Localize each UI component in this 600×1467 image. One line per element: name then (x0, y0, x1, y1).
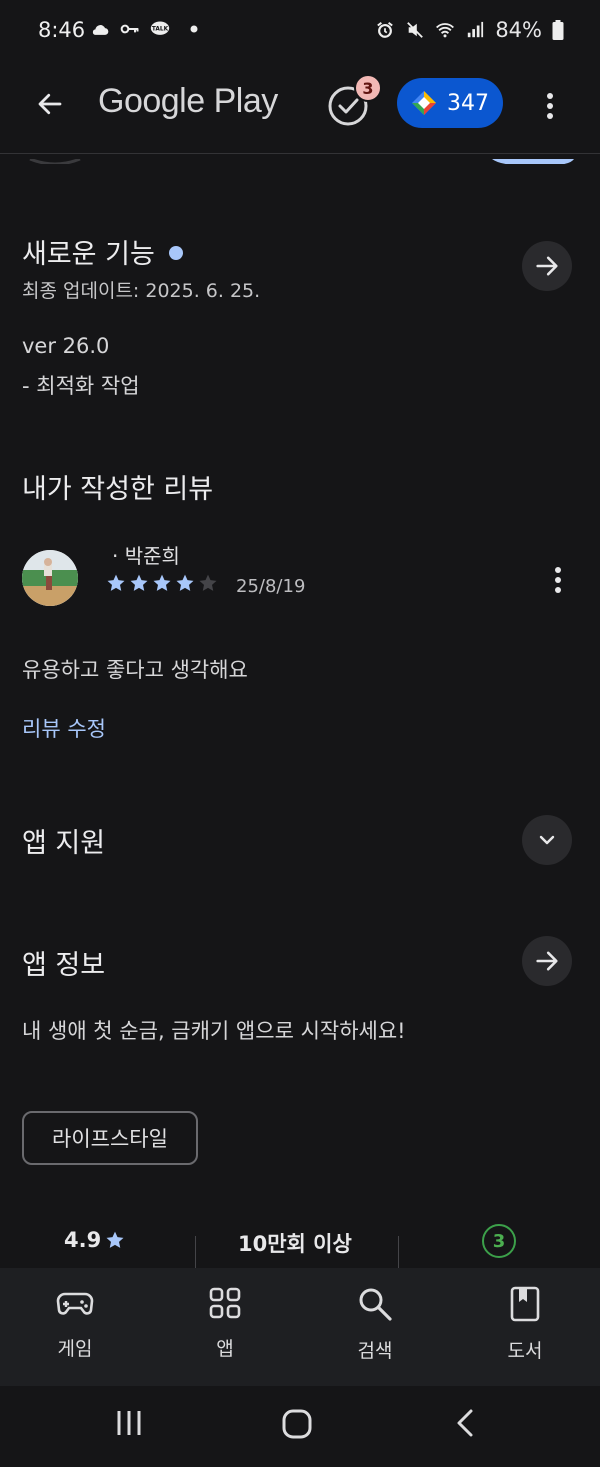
stat-rating: 4.9 (64, 1228, 125, 1252)
app-info-title: 앱 정보 (22, 950, 106, 981)
review-text: 유용하고 좋다고 생각해요 (22, 658, 248, 682)
changelog-text: - 최적화 작업 (22, 374, 140, 398)
reviewer-name: · 박준희 (112, 544, 180, 568)
play-points-value: 347 (447, 90, 489, 116)
search-icon (359, 1288, 392, 1321)
status-time: 8:46 (38, 18, 86, 42)
status-right: 84% (375, 18, 564, 42)
stat-installs: 10만회 이상 (238, 1232, 352, 1256)
review-date: 25/8/19 (236, 576, 306, 597)
star-empty-icon (199, 574, 217, 591)
review-more-button[interactable] (544, 560, 572, 600)
star-icon (106, 1231, 124, 1248)
alarm-icon (377, 22, 394, 38)
home-button[interactable] (281, 1408, 313, 1444)
app-bar: Google Play 3 347 (0, 64, 600, 154)
app-description: 내 생애 첫 순금, 금캐기 앱으로 시작하세요! (22, 1019, 406, 1043)
app-support-expand-button[interactable] (522, 815, 572, 865)
category-chip[interactable]: 라이프스타일 (22, 1111, 198, 1165)
stat-divider (398, 1236, 399, 1270)
nav-search[interactable]: 검색 (325, 1286, 425, 1363)
status-left-icons: TALK (90, 20, 200, 38)
last-updated: 최종 업데이트: 2025. 6. 25. (22, 280, 261, 302)
chevron-left-icon (457, 1409, 473, 1437)
book-icon (510, 1286, 540, 1322)
star-icon (130, 574, 148, 591)
talk-icon: TALK (150, 21, 170, 35)
star-icon (153, 574, 171, 591)
star-icon (107, 574, 125, 591)
wifi-icon (436, 23, 455, 38)
app-support-title: 앱 지원 (22, 828, 106, 859)
bottom-navigation: 게임 앱 검색 도서 (0, 1268, 600, 1386)
stats-row: 4.9 10만회 이상 3 (0, 1220, 600, 1270)
new-indicator-dot (168, 245, 183, 260)
app-info-open-button[interactable] (522, 936, 572, 986)
back-button[interactable] (30, 84, 70, 124)
google-play-title: Google Play (98, 82, 278, 120)
dot-icon (190, 25, 198, 33)
battery-percent: 84% (495, 18, 542, 42)
more-vert-icon (547, 93, 553, 119)
nav-search-label: 검색 (357, 1340, 393, 1362)
nav-games[interactable]: 게임 (25, 1286, 125, 1361)
home-icon (282, 1409, 312, 1439)
svg-text:TALK: TALK (152, 27, 169, 33)
tasks-badge: 3 (354, 74, 382, 102)
apps-grid-icon (209, 1287, 241, 1319)
review-stars (106, 573, 218, 593)
nav-apps[interactable]: 앱 (175, 1286, 275, 1361)
system-navigation (0, 1386, 600, 1467)
nav-books-label: 도서 (507, 1340, 543, 1362)
signal-icon (468, 21, 484, 38)
whats-new-heading: 새로운 기능 (22, 232, 183, 271)
chevron-down-icon (539, 835, 555, 845)
whats-new-title: 새로운 기능 (22, 239, 155, 270)
gamepad-icon (56, 1292, 94, 1315)
rating-value: 4.9 (64, 1228, 102, 1252)
key-icon (120, 24, 139, 34)
age-rating-badge: 3 (482, 1224, 516, 1258)
play-points-icon (412, 91, 436, 115)
star-icon (176, 574, 194, 591)
more-options-button[interactable] (534, 86, 566, 126)
avatar (22, 550, 78, 606)
partial-elements (29, 157, 574, 164)
whats-new-open-button[interactable] (522, 241, 572, 291)
scrolled-out-row (0, 154, 600, 164)
battery-icon (552, 20, 564, 40)
arrow-right-icon (536, 951, 558, 971)
recent-apps-button[interactable] (114, 1408, 144, 1442)
system-back-button[interactable] (452, 1408, 480, 1442)
arrow-right-icon (536, 256, 558, 276)
arrow-left-icon (38, 93, 62, 115)
cloud-icon (92, 25, 109, 35)
nav-books[interactable]: 도서 (475, 1286, 575, 1363)
edit-review-link[interactable]: 리뷰 수정 (22, 713, 106, 743)
play-points-button[interactable]: 347 (397, 78, 503, 128)
my-review-title: 내가 작성한 리뷰 (22, 474, 214, 505)
nav-apps-label: 앱 (216, 1338, 234, 1360)
recents-icon (117, 1411, 141, 1435)
stat-divider (195, 1236, 196, 1270)
version-text: ver 26.0 (22, 334, 110, 358)
more-vert-icon (555, 567, 561, 593)
avatar-image (22, 550, 78, 606)
mute-icon (407, 22, 424, 38)
nav-games-label: 게임 (57, 1338, 93, 1360)
status-bar: 8:46 TALK 84% (0, 0, 600, 64)
